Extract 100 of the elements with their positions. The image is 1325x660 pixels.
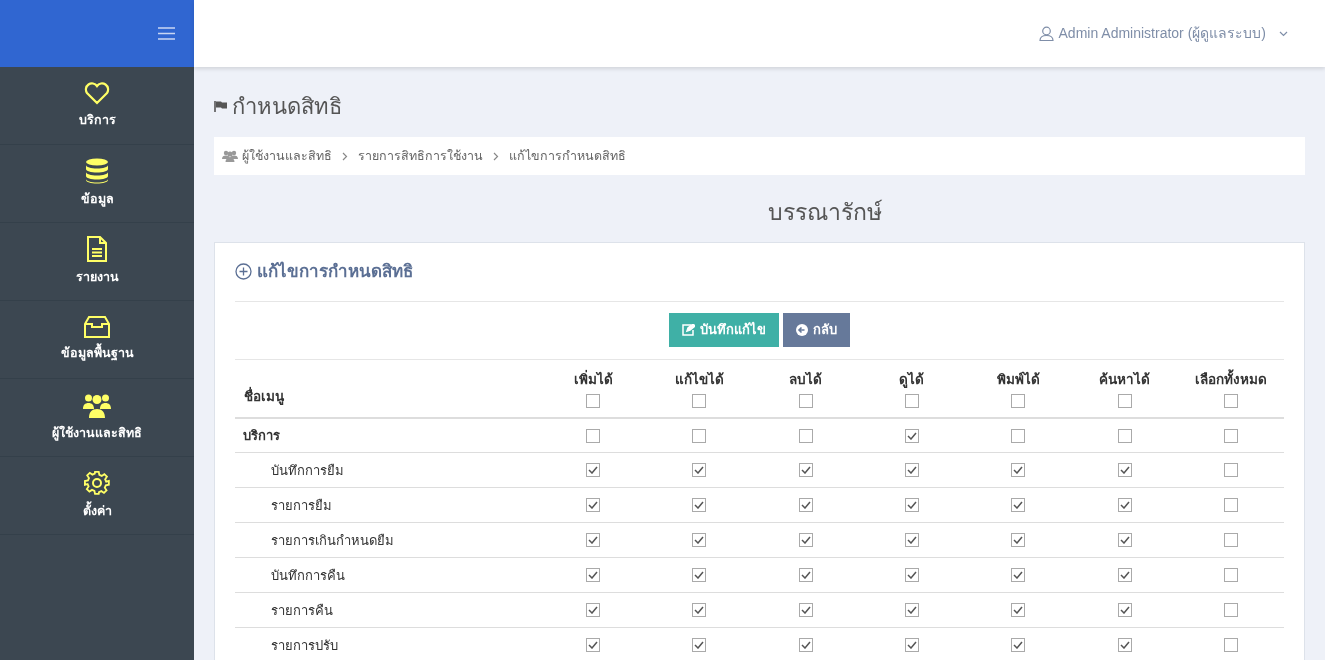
database-icon	[85, 158, 109, 185]
role-name: บรรณารักษ์	[767, 198, 882, 227]
checkbox[interactable]	[905, 393, 919, 408]
checkbox[interactable]	[692, 428, 707, 443]
arrow-left-circle-icon	[796, 324, 808, 336]
checkbox[interactable]	[692, 533, 707, 548]
checkbox[interactable]	[1011, 428, 1026, 443]
checkbox[interactable]	[586, 428, 601, 443]
checkbox[interactable]	[798, 638, 813, 653]
checkbox[interactable]	[1117, 498, 1132, 513]
checkbox[interactable]	[1011, 463, 1026, 478]
checkbox[interactable]	[798, 393, 813, 408]
checkbox[interactable]	[1011, 498, 1026, 513]
checkbox[interactable]	[692, 498, 707, 513]
menu-group-name: บริการ	[243, 427, 280, 443]
checkbox[interactable]	[692, 463, 707, 478]
checkbox[interactable]	[1223, 533, 1238, 548]
sidebar-item[interactable]: รายงาน	[0, 223, 194, 301]
checkbox[interactable]	[905, 428, 919, 443]
checkbox[interactable]	[1117, 463, 1132, 478]
column-header: ชื่อเมนู	[244, 388, 284, 404]
menu-name: บันทึกการยืม	[271, 462, 344, 478]
sidebar-item[interactable]: บริการ	[0, 67, 194, 145]
checkbox[interactable]	[1011, 568, 1026, 583]
checkbox[interactable]	[905, 568, 919, 583]
sidebar-item[interactable]: ตั้งค่า	[0, 457, 194, 535]
menu-name: รายการคืน	[271, 602, 333, 618]
chevron-icon	[342, 151, 348, 161]
checkbox[interactable]	[1117, 393, 1132, 408]
checkbox[interactable]	[1011, 638, 1026, 653]
checkbox[interactable]	[905, 638, 919, 653]
checkbox[interactable]	[1223, 463, 1238, 478]
column-header: พิมพ์ได้	[995, 370, 1041, 389]
menu-name: รายการยืม	[271, 497, 332, 513]
breadcrumb-link[interactable]: แก้ไขการกำหนดสิทธิ	[509, 146, 626, 166]
checkbox[interactable]	[905, 603, 919, 618]
checkbox[interactable]	[1117, 533, 1132, 548]
sidebar-item[interactable]: ข้อมูล	[0, 145, 194, 223]
column-header: เลือกทั้งหมด	[1193, 369, 1268, 389]
sidebar-item[interactable]: ผู้ใช้งานและสิทธิ	[0, 379, 194, 457]
column-header: เพิ่มได้	[572, 369, 614, 389]
breadcrumb-link[interactable]: ผู้ใช้งานและสิทธิ	[242, 146, 332, 166]
breadcrumb-link[interactable]: รายการสิทธิการใช้งาน	[358, 146, 483, 166]
user-icon	[1038, 26, 1054, 41]
checkbox[interactable]	[586, 568, 601, 583]
checkbox[interactable]	[798, 603, 813, 618]
users-icon	[222, 150, 238, 162]
checkbox[interactable]	[586, 463, 601, 478]
edit-icon	[682, 324, 695, 336]
inbox-icon	[84, 316, 110, 339]
checkbox[interactable]	[586, 638, 601, 653]
checkbox[interactable]	[798, 498, 813, 513]
checkbox[interactable]	[905, 498, 919, 513]
checkbox[interactable]	[1223, 393, 1238, 408]
panel-title: แก้ไขการกำหนดสิทธิ	[257, 260, 413, 283]
plus-circle-icon	[235, 263, 252, 280]
checkbox[interactable]	[798, 568, 813, 583]
checkbox[interactable]	[1011, 533, 1026, 548]
checkbox[interactable]	[1223, 638, 1238, 653]
checkbox[interactable]	[586, 498, 601, 513]
checkbox[interactable]	[692, 638, 707, 653]
menu-name: รายการปรับ	[271, 637, 338, 653]
checkbox[interactable]	[1223, 568, 1238, 583]
checkbox[interactable]	[692, 603, 707, 618]
menu-name: รายการเกินกำหนดยืม	[271, 532, 394, 548]
checkbox[interactable]	[1011, 393, 1026, 408]
column-header: ค้นหาได้	[1098, 370, 1152, 389]
checkbox[interactable]	[798, 463, 813, 478]
checkbox[interactable]	[1011, 603, 1026, 618]
back-button[interactable]: กลับ	[783, 313, 850, 347]
caret-icon	[1279, 30, 1288, 37]
checkbox[interactable]	[1117, 428, 1132, 443]
checkbox[interactable]	[586, 603, 601, 618]
column-header: ลบได้	[788, 370, 824, 389]
checkbox[interactable]	[1117, 603, 1132, 618]
checkbox[interactable]	[692, 393, 707, 408]
page-title: กำหนดสิทธิ	[232, 92, 342, 121]
checkbox[interactable]	[1117, 638, 1132, 653]
checkbox[interactable]	[692, 568, 707, 583]
column-header: แก้ไขได้	[673, 370, 725, 389]
checkbox[interactable]	[1223, 498, 1238, 513]
menu-name: บันทึกการคืน	[271, 567, 345, 583]
heart-icon	[84, 81, 110, 105]
document-icon	[86, 236, 108, 263]
checkbox[interactable]	[905, 533, 919, 548]
column-header: ดูได้	[898, 370, 926, 390]
checkbox[interactable]	[1223, 428, 1238, 443]
flag-icon	[214, 100, 228, 112]
sidebar-item[interactable]: ข้อมูลพื้นฐาน	[0, 301, 194, 379]
checkbox[interactable]	[1223, 603, 1238, 618]
chevron-icon	[493, 151, 499, 161]
checkbox[interactable]	[586, 393, 601, 408]
checkbox[interactable]	[798, 533, 813, 548]
checkbox[interactable]	[1117, 568, 1132, 583]
menu-icon[interactable]	[158, 27, 175, 40]
users-icon	[83, 392, 111, 418]
checkbox[interactable]	[798, 428, 813, 443]
gear-icon	[84, 470, 110, 497]
checkbox[interactable]	[905, 463, 919, 478]
checkbox[interactable]	[586, 533, 601, 548]
